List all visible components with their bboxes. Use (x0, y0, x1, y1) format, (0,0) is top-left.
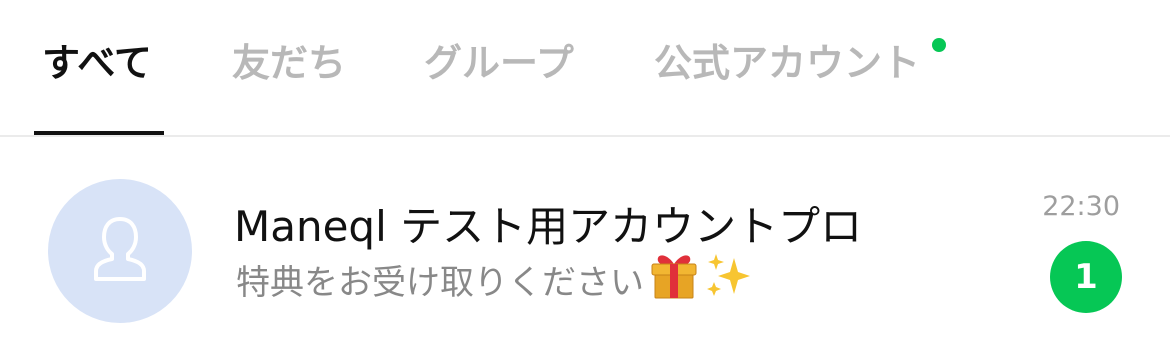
tab-friends[interactable]: 友だち (232, 36, 346, 90)
tab-bar: すべて 友だち グループ 公式アカウント (0, 0, 1170, 137)
tab-all[interactable]: すべて (42, 36, 152, 90)
chat-preview-text: 特典をお受け取りください (236, 263, 644, 303)
unread-badge: 1 (1050, 241, 1122, 313)
notification-dot (932, 38, 946, 52)
tab-official-accounts[interactable]: 公式アカウント (654, 36, 920, 90)
tab-groups[interactable]: グループ (424, 36, 574, 90)
sparkles-icon (704, 250, 752, 317)
chat-name: Maneql テスト用アカウントプロ (234, 202, 863, 251)
chat-preview: 特典をお受け取りください (236, 253, 752, 311)
chat-list-screen: すべて 友だち グループ 公式アカウント Maneql テスト用アカウントプロ … (0, 0, 1170, 356)
avatar[interactable] (48, 179, 192, 323)
chat-timestamp: 22:30 (1042, 191, 1120, 222)
chat-list-item[interactable]: Maneql テスト用アカウントプロ 特典をお受け取りください 22:30 1 (0, 137, 1170, 356)
gift-icon (648, 250, 700, 317)
default-user-icon (94, 217, 146, 281)
